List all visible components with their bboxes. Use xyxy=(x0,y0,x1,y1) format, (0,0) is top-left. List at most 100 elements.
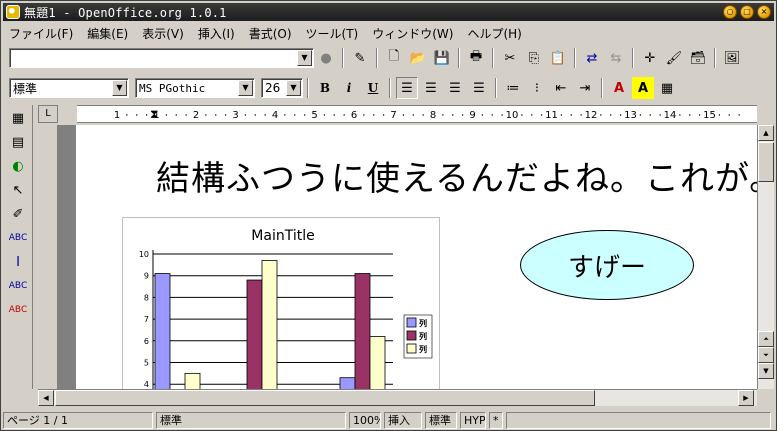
chart-object[interactable]: MainTitle 10 9 8 7 6 5 4 列列列 xyxy=(122,217,440,389)
insert-object-icon[interactable]: ◐ xyxy=(5,155,31,177)
menu-format[interactable]: 書式(O) xyxy=(249,25,292,42)
italic-button[interactable]: i xyxy=(338,77,360,99)
font-color-icon[interactable]: A xyxy=(608,77,630,99)
find-replace-icon[interactable]: ABC xyxy=(5,227,31,249)
menu-insert[interactable]: 挿入(I) xyxy=(198,25,235,42)
ruler-tick xyxy=(639,114,642,116)
paragraph-background-icon[interactable]: ▦ xyxy=(656,77,678,99)
bar-chart: MainTitle10987654列列列 xyxy=(139,228,433,389)
autospellcheck-icon[interactable]: ABC xyxy=(5,299,31,321)
horizontal-ruler[interactable]: 1 1 2 3 4 5 6 7 8 9 10 11 12 13 14 15 ⧗ xyxy=(77,105,757,123)
select-arrow-icon[interactable]: ↖ xyxy=(5,179,31,201)
undo-icon[interactable]: ⇄ xyxy=(581,47,603,69)
gallery-icon[interactable]: 🖼 xyxy=(721,47,743,69)
vertical-ruler[interactable] xyxy=(38,125,58,389)
scroll-down-arrow-icon[interactable]: ▼ xyxy=(758,363,774,379)
edit-file-icon[interactable]: ✎ xyxy=(349,47,371,69)
tab-stop-toggle[interactable]: L xyxy=(38,105,58,123)
horizontal-scrollbar[interactable]: ◀ ▶ xyxy=(38,389,757,406)
insert-table-icon[interactable]: ▦ xyxy=(5,107,31,129)
ruler-tick xyxy=(185,114,187,116)
status-zoom[interactable]: 100% xyxy=(349,411,381,429)
increase-indent-icon[interactable]: ⇥ xyxy=(574,77,596,99)
status-hyphenation[interactable]: HYP xyxy=(460,411,486,429)
ruler-tick xyxy=(452,114,454,116)
text-cursor-icon[interactable]: I xyxy=(5,251,31,273)
indent-marker-icon[interactable]: ⧗ xyxy=(150,107,158,122)
menu-file[interactable]: ファイル(F) xyxy=(9,25,73,42)
underline-button[interactable]: U xyxy=(362,77,384,99)
status-insert-mode[interactable]: 挿入 xyxy=(384,411,422,429)
status-selection-mode[interactable]: 標準 xyxy=(425,411,457,429)
paste-icon[interactable]: 📋 xyxy=(547,47,569,69)
chevron-down-icon[interactable]: ▼ xyxy=(238,80,253,96)
scroll-page-up-icon[interactable]: ⏶ xyxy=(758,331,774,347)
spellcheck-icon[interactable]: ABC xyxy=(5,275,31,297)
ruler-number: 6 xyxy=(351,110,357,121)
numbering-icon[interactable]: ≔ xyxy=(502,77,524,99)
ruler-tick xyxy=(412,114,414,116)
hscroll-thumb[interactable] xyxy=(55,390,595,406)
close-button[interactable]: × xyxy=(757,5,771,19)
ruler-tick xyxy=(323,114,326,116)
paragraph-style-select[interactable]: 標準 ▼ xyxy=(9,78,129,98)
ruler-number: 10 xyxy=(506,110,519,121)
decrease-indent-icon[interactable]: ⇤ xyxy=(550,77,572,99)
font-size-select[interactable]: 26 ▼ xyxy=(261,78,303,98)
justify-icon[interactable]: ☰ xyxy=(468,77,490,99)
scroll-left-icon[interactable]: ◀ xyxy=(38,390,54,406)
data-sources-icon[interactable]: 🗃 xyxy=(687,47,709,69)
redo-icon[interactable]: ⇆ xyxy=(605,47,627,69)
menu-view[interactable]: 表示(V) xyxy=(142,25,184,42)
menu-edit[interactable]: 編集(E) xyxy=(87,25,128,42)
ellipse-shape[interactable]: すげー xyxy=(520,230,694,300)
menu-help[interactable]: ヘルプ(H) xyxy=(467,25,521,42)
ruler-tick xyxy=(619,114,622,116)
stylist-icon[interactable]: 🖌 xyxy=(663,47,685,69)
align-right-icon[interactable]: ☰ xyxy=(444,77,466,99)
align-center-icon[interactable]: ☰ xyxy=(420,77,442,99)
ruler-tick xyxy=(402,114,405,116)
scroll-right-icon[interactable]: ▶ xyxy=(738,390,754,406)
bullets-icon[interactable]: ⁝ xyxy=(526,77,548,99)
document-text[interactable]: 結構ふつうに使えるんだよね。これが。 xyxy=(156,151,757,200)
draw-functions-icon[interactable]: ✐ xyxy=(5,203,31,225)
highlight-icon[interactable]: A xyxy=(632,77,654,99)
ruler-tick xyxy=(165,114,168,116)
menu-window[interactable]: ウィンドウ(W) xyxy=(372,25,453,42)
maximize-button[interactable]: □ xyxy=(740,5,754,19)
vertical-scrollbar[interactable]: ▲ ⏶ ⏷ ▼ xyxy=(757,125,774,389)
print-icon[interactable]: 🖶 xyxy=(465,47,487,69)
minimize-button[interactable]: ○ xyxy=(723,5,737,19)
load-url-icon[interactable]: ● xyxy=(315,47,337,69)
font-name-select[interactable]: MS PGothic ▼ xyxy=(135,78,255,98)
ruler-tick xyxy=(718,114,721,116)
ruler-number: 2 xyxy=(193,110,199,121)
scroll-thumb[interactable] xyxy=(758,142,774,182)
align-left-icon[interactable]: ☰ xyxy=(396,77,418,99)
ruler-tick xyxy=(294,114,296,116)
new-document-icon[interactable]: 🗋 xyxy=(383,47,405,69)
bar xyxy=(354,273,371,389)
bold-button[interactable]: B xyxy=(314,77,336,99)
copy-icon[interactable]: ⎘ xyxy=(523,47,545,69)
ruler-tick xyxy=(215,114,217,116)
save-icon[interactable]: 💾 xyxy=(431,47,453,69)
cut-icon[interactable]: ✂ xyxy=(499,47,521,69)
chevron-down-icon[interactable]: ▼ xyxy=(297,50,312,66)
navigator-icon[interactable]: ✛ xyxy=(639,47,661,69)
legend-swatch xyxy=(406,343,417,354)
document-page[interactable]: 結構ふつうに使えるんだよね。これが。 MainTitle 10 9 8 7 6 5 4 列列列 … xyxy=(76,125,757,389)
scroll-page-down-icon[interactable]: ⏷ xyxy=(758,347,774,363)
open-folder-icon[interactable]: 📂 xyxy=(407,47,429,69)
scroll-up-icon[interactable]: ▲ xyxy=(758,125,774,141)
chevron-down-icon[interactable]: ▼ xyxy=(286,80,301,96)
ruler-tick xyxy=(373,114,375,116)
url-input[interactable]: ▼ xyxy=(9,48,314,68)
chevron-down-icon[interactable]: ▼ xyxy=(112,80,127,96)
bar xyxy=(369,336,386,389)
menu-tools[interactable]: ツール(T) xyxy=(306,25,359,42)
document-area[interactable]: 結構ふつうに使えるんだよね。これが。 MainTitle 10 9 8 7 6 5 4 列列列 … xyxy=(58,125,757,389)
ruler-tick xyxy=(698,114,701,116)
insert-fields-icon[interactable]: ▤ xyxy=(5,131,31,153)
